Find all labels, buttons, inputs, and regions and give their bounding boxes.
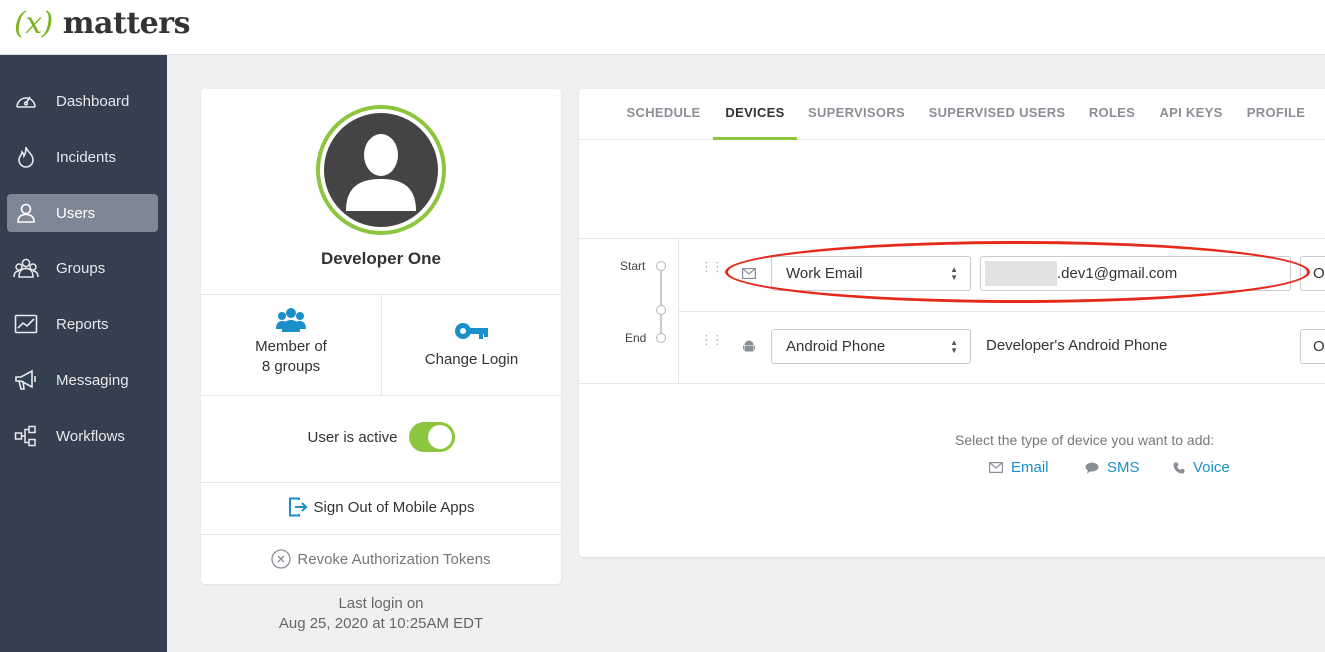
active-status-label: User is active	[307, 428, 398, 446]
divider	[201, 534, 561, 535]
groups-label-line1: Member of	[255, 338, 327, 355]
tab-supervised-users[interactable]: SUPERVISED USERS	[927, 89, 1067, 140]
tab-schedule[interactable]: SCHEDULE	[623, 89, 704, 140]
sidebar-item-label: Reports	[56, 315, 109, 333]
tab-supervisors[interactable]: SUPERVISORS	[806, 89, 907, 140]
user-name: Developer One	[321, 249, 441, 268]
last-login-info: Last login on Aug 25, 2020 at 10:25AM ED…	[201, 594, 561, 634]
sidebar-item-label: Users	[56, 204, 96, 222]
sidebar-item-label: Incidents	[56, 148, 117, 166]
add-sms-device-link[interactable]: SMS	[1085, 459, 1140, 476]
redacted-text	[985, 261, 1057, 286]
top-header: (x) matters	[0, 0, 1325, 55]
sidebar-item-label: Workflows	[56, 427, 125, 445]
device-address-value: .dev1@gmail.com	[1057, 265, 1178, 282]
timeline-start-label: Start	[620, 259, 646, 273]
timeline-end-dot[interactable]	[656, 333, 666, 343]
groups-icon	[201, 307, 381, 337]
revoke-tokens-link[interactable]: Revoke Authorization Tokens	[201, 549, 561, 569]
timeline-line	[660, 271, 662, 337]
divider	[679, 311, 1325, 312]
sidebar-item-dashboard[interactable]: Dashboard	[7, 82, 158, 120]
add-voice-device-link[interactable]: Voice	[1173, 459, 1230, 476]
cutoff-text: O	[1313, 265, 1325, 282]
device-option-cutoff[interactable]: O	[1300, 256, 1325, 291]
megaphone-icon	[13, 369, 39, 391]
key-icon	[382, 322, 561, 346]
workflow-icon	[13, 425, 39, 447]
timeline-start-dot[interactable]	[656, 261, 666, 271]
delivery-order-timeline: Start End	[579, 239, 679, 385]
tab-api-keys[interactable]: API KEYS	[1157, 89, 1225, 140]
device-list: Start End ⋮⋮ Work Email ▲ ▼ .dev1@gmail.c…	[579, 238, 1325, 385]
tab-bar: SCHEDULE DEVICES SUPERVISORS SUPERVISED …	[579, 89, 1325, 140]
flame-icon	[13, 146, 39, 168]
sidebar-item-users[interactable]: Users	[7, 194, 158, 232]
phone-icon	[1173, 462, 1185, 474]
tab-roles[interactable]: ROLES	[1087, 89, 1137, 140]
tab-profile[interactable]: PROFILE	[1244, 89, 1308, 140]
sidebar: Dashboard Incidents Users Groups Reports…	[0, 55, 167, 652]
sidebar-item-messaging[interactable]: Messaging	[7, 361, 158, 399]
change-login-link[interactable]: Change Login	[382, 322, 561, 370]
sidebar-item-label: Groups	[56, 259, 106, 277]
avatar[interactable]	[316, 105, 446, 235]
change-login-label: Change Login	[424, 351, 519, 368]
sidebar-item-label: Dashboard	[56, 92, 130, 110]
user-profile-card: Developer One Member of 8 groups Change …	[201, 89, 561, 584]
chat-bubble-icon	[1085, 462, 1099, 474]
device-type-select[interactable]: Work Email ▲ ▼	[771, 256, 971, 291]
sign-out-icon	[288, 497, 308, 517]
divider	[201, 482, 561, 483]
drag-handle-icon[interactable]: ⋮⋮	[700, 332, 724, 348]
user-silhouette-icon	[346, 134, 416, 211]
device-type-select[interactable]: Android Phone ▲ ▼	[771, 329, 971, 364]
revoke-tokens-label: Revoke Authorization Tokens	[297, 550, 491, 568]
sidebar-item-label: Messaging	[56, 371, 129, 389]
sidebar-item-incidents[interactable]: Incidents	[7, 138, 158, 176]
add-email-label: Email	[1011, 459, 1049, 476]
device-name-value: Developer's Android Phone	[986, 337, 1168, 354]
add-device-prompt: Select the type of device you want to ad…	[955, 432, 1215, 448]
device-option-cutoff[interactable]: O	[1300, 329, 1325, 364]
envelope-icon	[989, 462, 1003, 473]
sign-out-mobile-label: Sign Out of Mobile Apps	[313, 498, 475, 516]
cutoff-text: O	[1313, 338, 1325, 355]
select-arrows-icon: ▲ ▼	[950, 338, 958, 355]
device-type-value: Work Email	[786, 265, 863, 282]
sidebar-item-groups[interactable]: Groups	[7, 249, 158, 287]
add-voice-label: Voice	[1193, 459, 1230, 476]
last-login-label: Last login on	[338, 595, 424, 612]
android-icon	[741, 338, 757, 354]
groups-label-line2: 8 groups	[261, 358, 321, 375]
add-email-device-link[interactable]: Email	[989, 459, 1049, 476]
last-login-timestamp: Aug 25, 2020 at 10:25AM EDT	[278, 615, 484, 632]
timeline-end-label: End	[625, 331, 647, 345]
sign-out-mobile-apps-link[interactable]: Sign Out of Mobile Apps	[201, 497, 561, 517]
device-address-input[interactable]: .dev1@gmail.com	[980, 256, 1291, 291]
device-type-value: Android Phone	[786, 338, 886, 355]
add-sms-label: SMS	[1107, 459, 1140, 476]
chart-icon	[13, 313, 39, 335]
tab-devices[interactable]: DEVICES	[713, 89, 797, 140]
drag-handle-icon[interactable]: ⋮⋮	[700, 259, 724, 275]
dashboard-icon	[13, 90, 39, 112]
logo-text: matters	[62, 6, 191, 41]
close-circle-icon	[271, 549, 292, 569]
user-icon	[13, 202, 39, 224]
xmatters-logo[interactable]: (x) matters	[14, 6, 190, 41]
sidebar-item-workflows[interactable]: Workflows	[7, 417, 158, 455]
groups-icon	[13, 257, 39, 279]
timeline-mid-dot[interactable]	[656, 305, 666, 315]
active-status-row: User is active	[201, 422, 561, 452]
envelope-icon	[741, 265, 757, 281]
logo-prefix: (x)	[14, 6, 53, 41]
group-membership-link[interactable]: Member of 8 groups	[201, 307, 381, 377]
select-arrows-icon: ▲ ▼	[950, 265, 958, 282]
active-toggle[interactable]	[408, 422, 455, 452]
sidebar-item-reports[interactable]: Reports	[7, 305, 158, 343]
divider	[201, 395, 561, 396]
user-details-panel: SCHEDULE DEVICES SUPERVISORS SUPERVISED …	[579, 89, 1325, 557]
